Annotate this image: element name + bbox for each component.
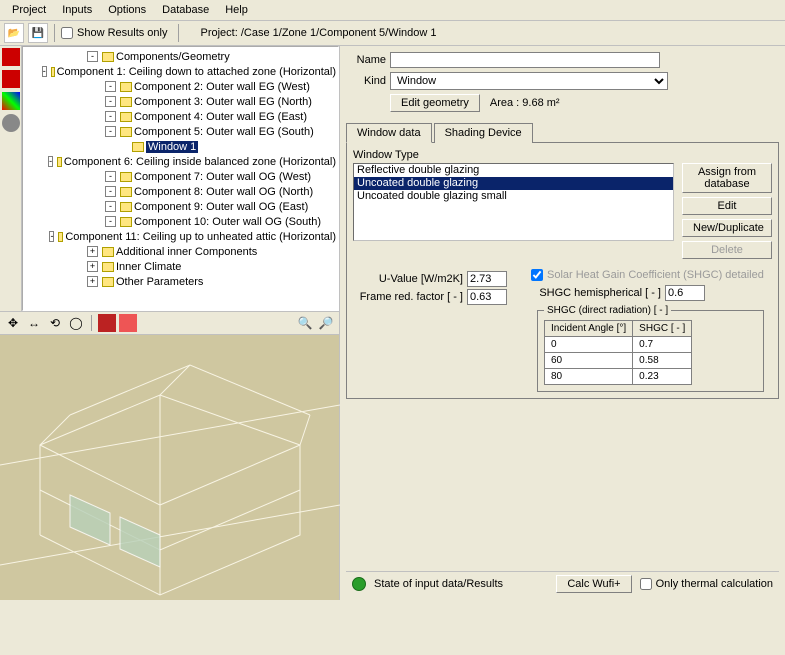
uvalue-input[interactable] bbox=[467, 271, 507, 287]
tree-item[interactable]: +Inner Climate bbox=[25, 259, 336, 274]
edit-geometry-button[interactable]: Edit geometry bbox=[390, 94, 480, 112]
tree-item[interactable]: -Component 10: Outer wall OG (South) bbox=[25, 214, 336, 229]
shgc-table-group: SHGC (direct radiation) [ - ] Incident A… bbox=[537, 305, 764, 392]
tab-window-data[interactable]: Window data bbox=[346, 123, 432, 143]
component-tree[interactable]: -Components/Geometry-Component 1: Ceilin… bbox=[22, 46, 339, 311]
tree-item[interactable]: -Component 1: Ceiling down to attached z… bbox=[25, 64, 336, 79]
tab-shading-device[interactable]: Shading Device bbox=[434, 123, 533, 143]
name-input[interactable] bbox=[390, 52, 660, 68]
tree-item[interactable]: -Component 6: Ceiling inside balanced zo… bbox=[25, 154, 336, 169]
menu-inputs[interactable]: Inputs bbox=[54, 2, 100, 18]
project-path-label: Project: /Case 1/Zone 1/Component 5/Wind… bbox=[201, 27, 437, 39]
window-type-option[interactable]: Uncoated double glazing small bbox=[354, 190, 673, 203]
move-icon[interactable]: ↔ bbox=[25, 314, 43, 332]
frame-factor-input[interactable] bbox=[467, 289, 507, 305]
window-type-option[interactable]: Uncoated double glazing bbox=[354, 177, 673, 190]
tree-item[interactable]: -Component 2: Outer wall EG (West) bbox=[25, 79, 336, 94]
area-readout: Area : 9.68 m² bbox=[490, 97, 560, 109]
tree-item[interactable]: -Components/Geometry bbox=[25, 49, 336, 64]
delete-button: Delete bbox=[682, 241, 772, 259]
zoom-out-icon[interactable]: 🔎 bbox=[317, 314, 335, 332]
view-b-icon[interactable] bbox=[119, 314, 137, 332]
show-results-toggle[interactable]: Show Results only bbox=[61, 27, 168, 39]
tree-item[interactable]: -Component 5: Outer wall EG (South) bbox=[25, 124, 336, 139]
menu-help[interactable]: Help bbox=[217, 2, 256, 18]
kind-label: Kind bbox=[346, 75, 386, 87]
window-type-list[interactable]: Reflective double glazingUncoated double… bbox=[353, 163, 674, 241]
status-bar: State of input data/Results Calc Wufi+ O… bbox=[346, 571, 779, 596]
shgc-hemi-label: SHGC hemispherical [ - ] bbox=[531, 287, 661, 299]
tool-red-icon[interactable] bbox=[2, 48, 20, 66]
tree-item[interactable]: -Component 9: Outer wall OG (East) bbox=[25, 199, 336, 214]
tree-item[interactable]: -Component 11: Ceiling up to unheated at… bbox=[25, 229, 336, 244]
status-text: State of input data/Results bbox=[374, 578, 503, 590]
tree-item[interactable]: -Component 8: Outer wall OG (North) bbox=[25, 184, 336, 199]
orbit-icon[interactable]: ◯ bbox=[67, 314, 85, 332]
tool-color-icon[interactable] bbox=[2, 92, 20, 110]
view-a-icon[interactable] bbox=[98, 314, 116, 332]
tab-strip: Window data Shading Device bbox=[346, 122, 779, 143]
only-thermal-toggle[interactable]: Only thermal calculation bbox=[640, 578, 773, 590]
viz-toolbar: ✥ ↔ ⟲ ◯ 🔍 🔎 bbox=[0, 311, 339, 335]
shgc-detailed-toggle[interactable]: Solar Heat Gain Coefficient (SHGC) detai… bbox=[531, 269, 764, 281]
tree-item[interactable]: +Additional inner Components bbox=[25, 244, 336, 259]
pan-icon[interactable]: ✥ bbox=[4, 314, 22, 332]
menu-options[interactable]: Options bbox=[100, 2, 154, 18]
zoom-in-icon[interactable]: 🔍 bbox=[296, 314, 314, 332]
open-icon[interactable]: 📂 bbox=[4, 23, 24, 43]
assign-from-db-button[interactable]: Assign from database bbox=[682, 163, 772, 193]
edit-button[interactable]: Edit bbox=[682, 197, 772, 215]
shgc-hemi-input[interactable] bbox=[665, 285, 705, 301]
tree-item[interactable]: -Component 4: Outer wall EG (East) bbox=[25, 109, 336, 124]
side-tool-strip bbox=[0, 46, 22, 311]
3d-viewport[interactable] bbox=[0, 335, 339, 600]
name-label: Name bbox=[346, 54, 386, 66]
menu-database[interactable]: Database bbox=[154, 2, 217, 18]
tree-item[interactable]: Window 1 bbox=[25, 139, 336, 154]
rotate-icon[interactable]: ⟲ bbox=[46, 314, 64, 332]
calc-button[interactable]: Calc Wufi+ bbox=[556, 575, 631, 593]
frame-factor-label: Frame red. factor [ - ] bbox=[353, 291, 463, 303]
toolbar: 📂 💾 Show Results only Project: /Case 1/Z… bbox=[0, 21, 785, 46]
tool-red2-icon[interactable] bbox=[2, 70, 20, 88]
window-type-label: Window Type bbox=[353, 149, 772, 161]
status-dot-icon bbox=[352, 577, 366, 591]
shgc-table: Incident Angle [°]SHGC [ - ] 00.7 600.58… bbox=[544, 320, 692, 385]
menu-project[interactable]: Project bbox=[4, 2, 54, 18]
tree-item[interactable]: -Component 3: Outer wall EG (North) bbox=[25, 94, 336, 109]
tree-item[interactable]: -Component 7: Outer wall OG (West) bbox=[25, 169, 336, 184]
kind-select[interactable]: Window bbox=[390, 72, 668, 90]
menu-bar: Project Inputs Options Database Help bbox=[0, 0, 785, 21]
window-type-option[interactable]: Reflective double glazing bbox=[354, 164, 673, 177]
save-icon[interactable]: 💾 bbox=[28, 23, 48, 43]
new-duplicate-button[interactable]: New/Duplicate bbox=[682, 219, 772, 237]
tool-sphere-icon[interactable] bbox=[2, 114, 20, 132]
tree-item[interactable]: +Other Parameters bbox=[25, 274, 336, 289]
uvalue-label: U-Value [W/m2K] bbox=[353, 273, 463, 285]
